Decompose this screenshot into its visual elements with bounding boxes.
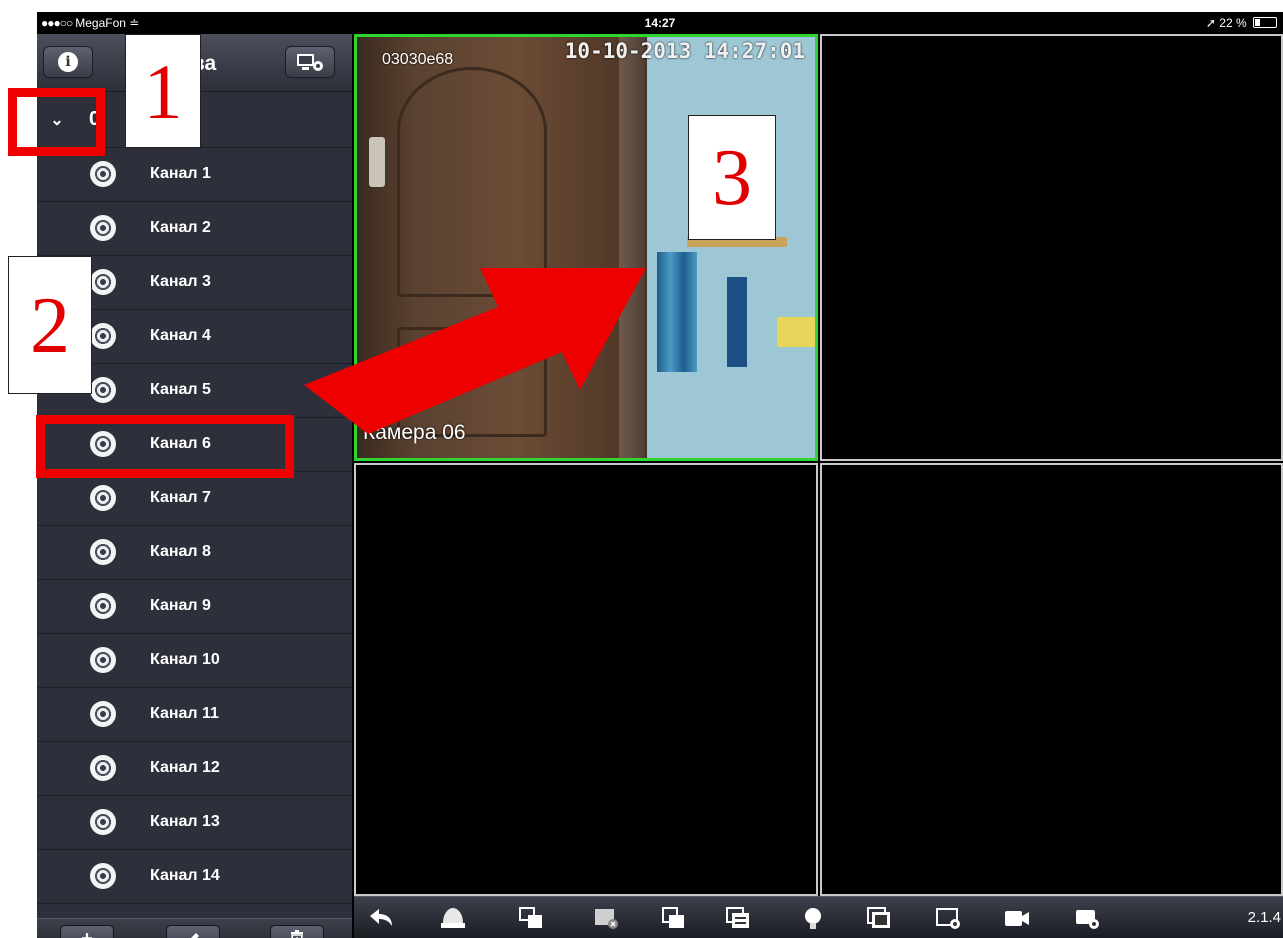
camera-icon xyxy=(90,863,116,889)
pencil-icon xyxy=(191,933,199,938)
camera-icon xyxy=(90,377,116,403)
channel-row-12[interactable]: Канал 12 xyxy=(37,742,352,796)
channel-label: Канал 13 xyxy=(150,813,220,830)
channel-label: Канал 4 xyxy=(150,327,211,344)
camera-icon xyxy=(90,539,116,565)
camera-icon xyxy=(90,323,116,349)
step-2-callout: 2 xyxy=(8,256,92,394)
camera-icon xyxy=(90,701,116,727)
app-version: 2.1.4 xyxy=(1247,909,1281,926)
step-1-callout: 1 xyxy=(125,34,201,148)
video-cell-2[interactable] xyxy=(820,34,1283,461)
channel-label: Канал 10 xyxy=(150,651,220,668)
info-button[interactable]: i xyxy=(43,46,93,78)
trash-icon xyxy=(291,930,303,938)
channel-label: Канал 3 xyxy=(150,273,211,290)
channel-label: Канал 14 xyxy=(150,867,220,884)
channel-row-14[interactable]: Канал 14 xyxy=(37,850,352,904)
camera-icon xyxy=(90,485,116,511)
channel-row-13[interactable]: Канал 13 xyxy=(37,796,352,850)
video-cell-4[interactable] xyxy=(820,463,1283,896)
single-view-icon[interactable] xyxy=(660,906,686,930)
channel-label: Канал 7 xyxy=(150,489,211,506)
feed-timestamp: 10-10-2013 14:27:01 xyxy=(564,39,805,63)
ptz-dome-icon[interactable] xyxy=(440,906,466,930)
device-config-button[interactable] xyxy=(285,46,335,78)
channel-label: Канал 9 xyxy=(150,597,211,614)
back-icon[interactable] xyxy=(368,906,394,930)
channel-row-1[interactable]: Канал 1 xyxy=(37,148,352,202)
camera-icon xyxy=(90,215,116,241)
channel-row-9[interactable]: Канал 9 xyxy=(37,580,352,634)
close-video-icon[interactable] xyxy=(593,906,619,930)
info-icon: i xyxy=(58,52,78,72)
channel-row-8[interactable]: Канал 8 xyxy=(37,526,352,580)
status-time: 14:27 xyxy=(644,16,676,30)
expand-highlight-frame xyxy=(8,88,105,156)
camera-icon xyxy=(90,593,116,619)
snapshot-icon[interactable] xyxy=(936,906,962,930)
feed-device-id: 03030e68 xyxy=(382,51,454,68)
camera-icon xyxy=(90,755,116,781)
monitor-settings-icon xyxy=(297,54,323,71)
channel-6-highlight-frame xyxy=(36,415,294,478)
delete-device-button[interactable] xyxy=(270,925,324,938)
sidebar-toolbar: + xyxy=(37,918,352,938)
record-view-icon[interactable] xyxy=(1075,906,1101,930)
battery-percentage: 22 % xyxy=(1219,16,1247,30)
fullscreen-icon[interactable] xyxy=(866,906,892,930)
location-icon: ➚ xyxy=(1205,16,1216,30)
add-device-button[interactable]: + xyxy=(60,925,114,938)
light-icon[interactable] xyxy=(800,906,826,930)
list-view-icon[interactable] xyxy=(725,906,751,930)
edit-device-button[interactable] xyxy=(166,925,220,938)
record-icon[interactable] xyxy=(1004,906,1030,930)
video-cell-3[interactable] xyxy=(354,463,818,896)
drag-arrow-icon xyxy=(304,268,646,434)
add-icon: + xyxy=(81,928,93,938)
channel-label: Канал 2 xyxy=(150,219,211,236)
channel-row-7[interactable]: Канал 7 xyxy=(37,472,352,526)
battery-indicator: ➚ 22 % xyxy=(1206,16,1277,30)
camera-icon xyxy=(90,269,116,295)
status-bar: ●●●○○ MegaFon ≐ 14:27 ➚ 22 % xyxy=(37,12,1283,34)
split-layout-icon[interactable] xyxy=(518,906,544,930)
battery-icon xyxy=(1253,17,1277,28)
camera-icon xyxy=(90,647,116,673)
channel-label: Канал 8 xyxy=(150,543,211,560)
channel-label: Канал 11 xyxy=(150,705,219,722)
camera-icon xyxy=(90,161,116,187)
channel-row-10[interactable]: Канал 10 xyxy=(37,634,352,688)
channel-row-11[interactable]: Канал 11 xyxy=(37,688,352,742)
channel-label: Канал 1 xyxy=(150,165,211,182)
step-3-callout: 3 xyxy=(688,115,776,240)
camera-icon xyxy=(90,809,116,835)
channel-label: Канал 12 xyxy=(150,759,220,776)
playback-toolbar: 2.1.4 xyxy=(354,896,1283,938)
channel-label: Канал 5 xyxy=(150,381,211,398)
